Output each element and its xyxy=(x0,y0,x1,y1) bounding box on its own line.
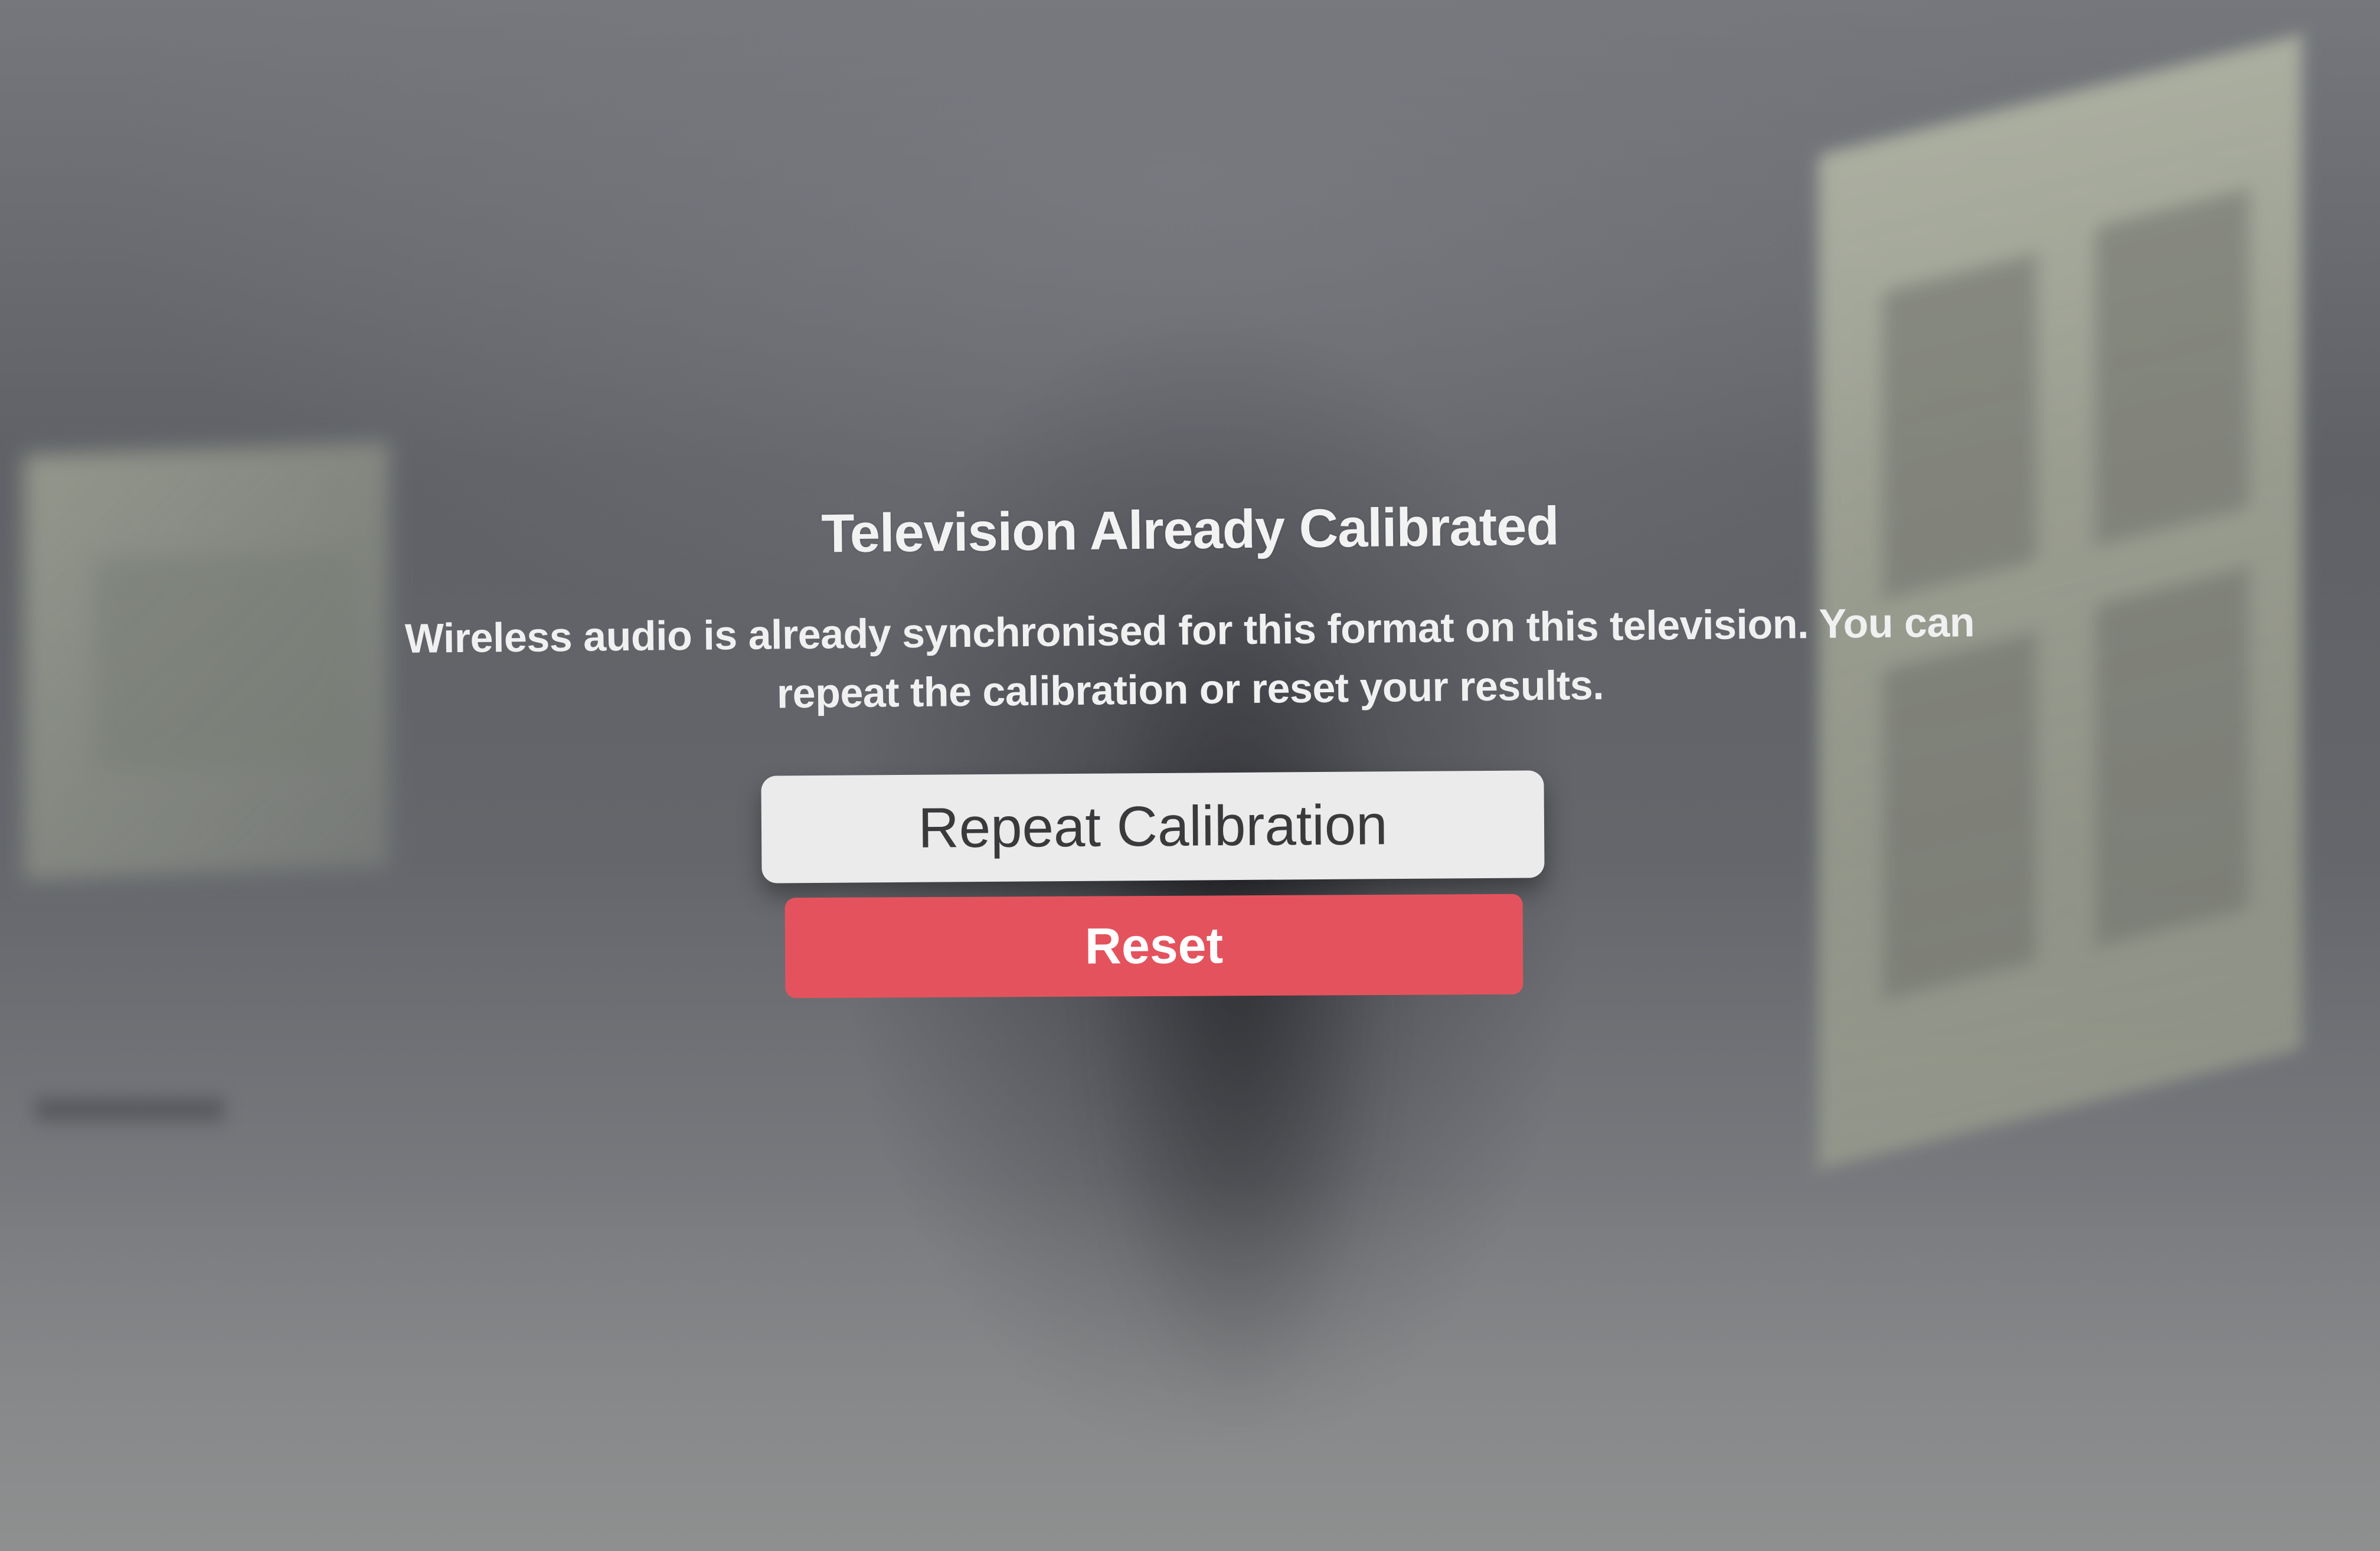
dialog-message: Wireless audio is already synchronised f… xyxy=(404,599,1975,717)
repeat-calibration-button[interactable]: Repeat Calibration xyxy=(761,770,1545,884)
dialog-title: Television Already Calibrated xyxy=(820,496,1560,564)
calibration-dialog: Television Already Calibrated Wireless a… xyxy=(0,0,2380,1551)
reset-button[interactable]: Reset xyxy=(784,894,1524,999)
tv-screen: Television Already Calibrated Wireless a… xyxy=(0,0,2380,1551)
